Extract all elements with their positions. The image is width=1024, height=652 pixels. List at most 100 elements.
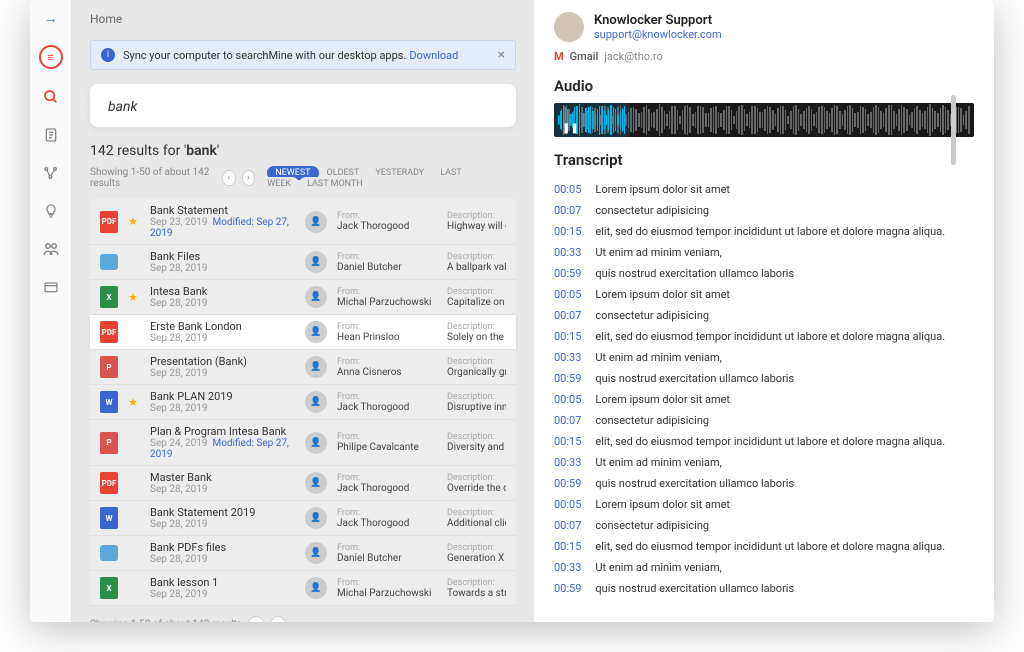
prev-page-button[interactable]: ‹ <box>222 170 236 186</box>
expand-arrow-icon[interactable]: → <box>44 10 58 27</box>
transcript-line[interactable]: 00:59 quis nostrud exercitation ullamco l… <box>554 263 974 284</box>
scrollbar[interactable] <box>951 95 956 165</box>
transcript-line[interactable]: 00:15elit, sed do eiusmod tempor incidid… <box>554 221 974 242</box>
result-row[interactable]: X★Bank lesson 1Sep 28, 2019👤From:Michal … <box>90 571 516 606</box>
transcript-text: Ut enim ad minim veniam, <box>595 561 721 574</box>
author-name: Michal Parzuchowski <box>337 588 437 599</box>
transcript-text: consectetur adipisicing <box>595 309 709 322</box>
filter-last month[interactable]: LAST MONTH <box>299 177 371 191</box>
doc-file-icon: W <box>100 507 118 529</box>
author-avatar: 👤 <box>305 542 327 564</box>
wallet-icon[interactable] <box>41 277 61 297</box>
transcript-line[interactable]: 00:05Lorem ipsum dolor sit amet <box>554 179 974 200</box>
timestamp: 00:15 <box>554 225 581 238</box>
timestamp: 00:07 <box>554 204 581 217</box>
result-row[interactable]: P★Plan & Program Intesa BankSep 24, 2019… <box>90 420 516 466</box>
next-page-button-bottom[interactable]: › <box>270 616 286 622</box>
transcript-line[interactable]: 00:33Ut enim ad minim veniam, <box>554 242 974 263</box>
author-avatar: 👤 <box>305 211 327 233</box>
xls-file-icon: X <box>100 577 118 599</box>
transcript-line[interactable]: 00:07 consectetur adipisicing <box>554 200 974 221</box>
transcript-line[interactable]: 00:05Lorem ipsum dolor sit amet <box>554 284 974 305</box>
star-icon[interactable]: ★ <box>128 215 140 228</box>
star-icon[interactable]: ★ <box>128 396 140 409</box>
next-page-button[interactable]: › <box>242 170 256 186</box>
timestamp: 00:07 <box>554 519 581 532</box>
alert-text: Sync your computer to searchMine with ou… <box>123 49 406 62</box>
result-row[interactable]: W★Bank Statement 2019Sep 28, 2019👤From:J… <box>90 501 516 536</box>
file-date: Sep 28, 2019 <box>150 519 295 530</box>
transcript-line[interactable]: 00:33Ut enim ad minim veniam, <box>554 557 974 578</box>
transcript-line[interactable]: 00:05Lorem ipsum dolor sit amet <box>554 389 974 410</box>
result-row[interactable]: ★Bank FilesSep 28, 2019👤From:Daniel Butc… <box>90 245 516 280</box>
transcript-line[interactable]: 00:59quis nostrud exercitation ullamco l… <box>554 473 974 494</box>
result-row[interactable]: PDF★Erste Bank LondonSep 28, 2019👤From:H… <box>90 315 516 350</box>
file-name: Master Bank <box>150 471 295 484</box>
transcript-text: quis nostrud exercitation ullamco labori… <box>595 477 794 490</box>
graph-icon[interactable] <box>41 163 61 183</box>
transcript-text: quis nostrud exercitation ullamco labori… <box>595 267 794 280</box>
result-row[interactable]: PDF★Master BankSep 28, 2019👤From:Jack Th… <box>90 466 516 501</box>
result-row[interactable]: PDF★Bank StatementSep 23, 2019 Modified:… <box>90 199 516 245</box>
transcript-line[interactable]: 00:07 consectetur adipisicing <box>554 305 974 326</box>
description: A ballpark value ad <box>447 262 506 273</box>
gmail-row: M Gmail jack@tho.ro <box>554 50 974 63</box>
pagination-text: Showing 1-50 of about 142 results <box>90 167 216 189</box>
author-avatar: 👤 <box>305 432 327 454</box>
transcript-line[interactable]: 00:33 Ut enim ad minim veniam, <box>554 347 974 368</box>
star-icon[interactable]: ★ <box>128 291 140 304</box>
timestamp: 00:59 <box>554 267 581 280</box>
breadcrumb[interactable]: Home <box>90 12 516 26</box>
transcript-line[interactable]: 00:07consectetur adipisicing <box>554 410 974 431</box>
file-name: Bank PDFs files <box>150 541 295 554</box>
filter-yesterady[interactable]: YESTERADY <box>367 166 432 180</box>
search-input[interactable] <box>108 99 498 115</box>
file-date: Sep 28, 2019 <box>150 554 295 565</box>
transcript-text: consectetur adipisicing <box>595 204 709 217</box>
pause-icon[interactable]: ❚❚ <box>562 123 579 134</box>
result-row[interactable]: ★Bank PDFs filesSep 28, 2019👤From:Daniel… <box>90 536 516 571</box>
timestamp: 00:07 <box>554 309 581 322</box>
app-logo-icon[interactable]: ≡ <box>39 45 63 69</box>
author-name: Hean Prinsloo <box>337 332 437 343</box>
sender-email[interactable]: support@knowlocker.com <box>594 28 722 41</box>
result-row[interactable]: P★Presentation (Bank)Sep 28, 2019👤From:A… <box>90 350 516 385</box>
author-avatar: 👤 <box>305 321 327 343</box>
transcript-text: quis nostrud exercitation ullamco labori… <box>595 582 794 595</box>
transcript-text: Ut enim ad minim veniam, <box>595 351 721 364</box>
timestamp: 00:33 <box>554 351 581 364</box>
transcript-line[interactable]: 00:05Lorem ipsum dolor sit amet <box>554 494 974 515</box>
prev-page-button-bottom[interactable]: ‹ <box>248 616 264 622</box>
result-row[interactable]: W★Bank PLAN 2019Sep 28, 2019👤From:Jack T… <box>90 385 516 420</box>
bulb-icon[interactable] <box>41 201 61 221</box>
info-icon: i <box>101 48 115 62</box>
people-icon[interactable] <box>41 239 61 259</box>
document-icon[interactable] <box>41 125 61 145</box>
transcript-line[interactable]: 00:07consectetur adipisicing <box>554 515 974 536</box>
alert-download-link[interactable]: Download <box>409 49 458 62</box>
author-name: Jack Thorogood <box>337 518 437 529</box>
file-date: Sep 28, 2019 <box>150 589 295 600</box>
transcript-text: Lorem ipsum dolor sit amet <box>595 393 730 406</box>
timestamp: 00:05 <box>554 498 581 511</box>
author-name: Daniel Butcher <box>337 553 437 564</box>
transcript-line[interactable]: 00:33Ut enim ad minim veniam, <box>554 452 974 473</box>
transcript-list[interactable]: 00:05Lorem ipsum dolor sit amet00:07cons… <box>554 179 974 622</box>
results-list: PDF★Bank StatementSep 23, 2019 Modified:… <box>90 199 516 606</box>
audio-waveform[interactable]: ❚❚ <box>554 103 974 137</box>
result-row[interactable]: X★Intesa BankSep 28, 2019👤From:Michal Pa… <box>90 280 516 315</box>
file-date: Sep 28, 2019 <box>150 263 295 274</box>
transcript-line[interactable]: 00:15elit, sed do eiusmod tempor incidid… <box>554 536 974 557</box>
close-icon[interactable]: × <box>498 47 505 63</box>
file-date: Sep 23, 2019 Modified: Sep 27, 2019 <box>150 217 295 239</box>
search-icon[interactable] <box>41 87 61 107</box>
doc-file-icon: W <box>100 391 118 413</box>
transcript-line[interactable]: 00:15elit, sed do eiusmod tempor incidid… <box>554 326 974 347</box>
author-avatar: 👤 <box>305 391 327 413</box>
transcript-line[interactable]: 00:15elit, sed do eiusmod tempor incidid… <box>554 431 974 452</box>
timestamp: 00:15 <box>554 435 581 448</box>
transcript-line[interactable]: 00:59quis nostrud exercitation ullamco l… <box>554 368 974 389</box>
transcript-line[interactable]: 00:59quis nostrud exercitation ullamco l… <box>554 578 974 599</box>
timestamp: 00:33 <box>554 456 581 469</box>
results-header: 142 results for 'bank' <box>90 143 516 159</box>
